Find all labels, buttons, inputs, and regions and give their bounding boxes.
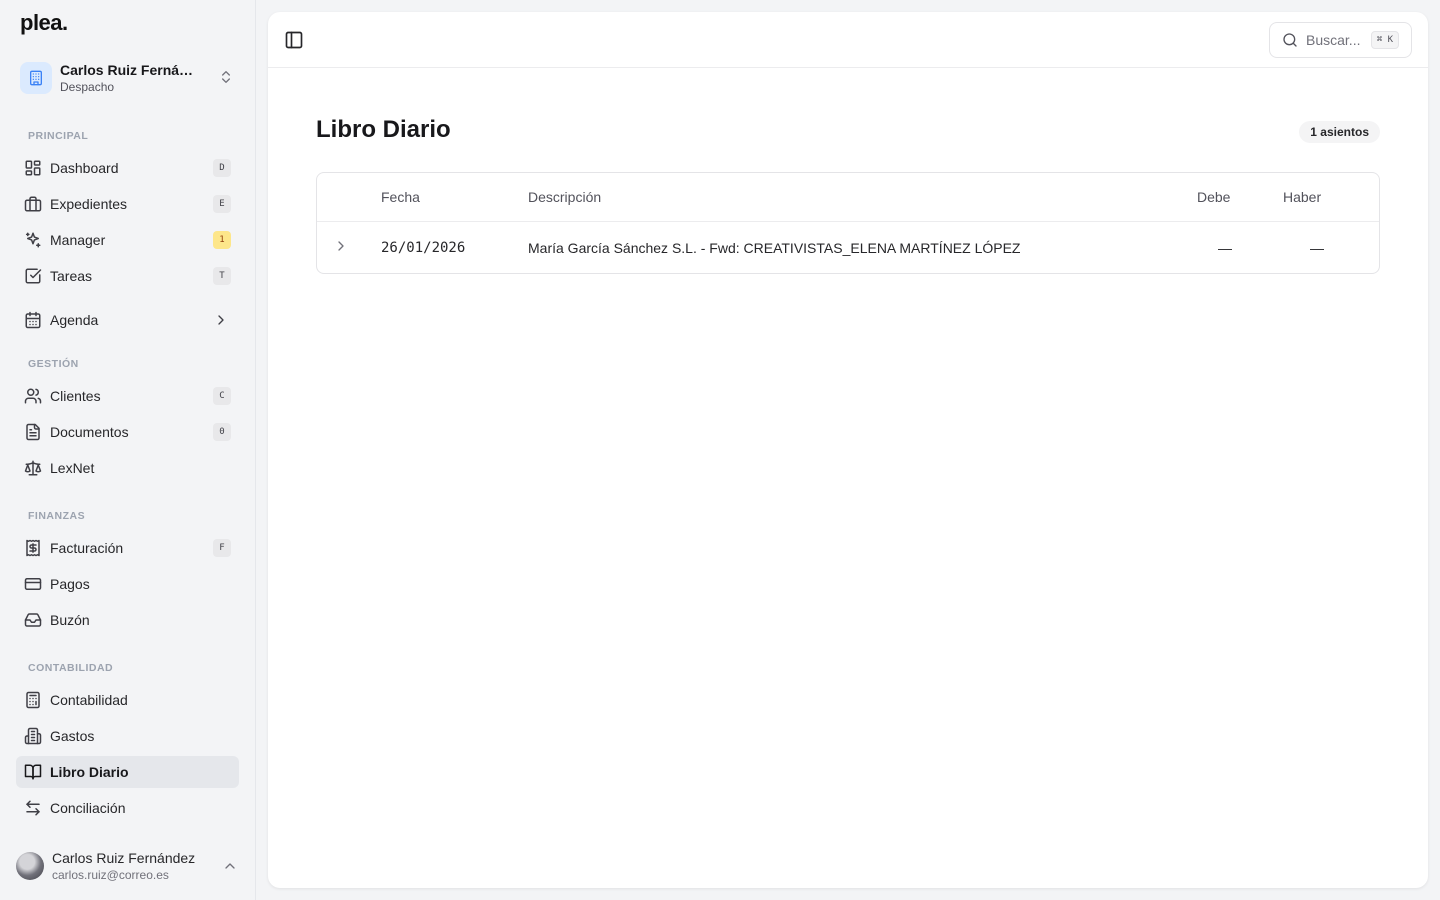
section-label-principal: PRINCIPAL — [28, 130, 89, 142]
sidebar-item-label: Conciliación — [50, 800, 126, 816]
sidebar-item-dashboard[interactable]: Dashboard D — [16, 152, 239, 184]
sidebar-item-label: Documentos — [50, 424, 129, 440]
sidebar-item-label: Contabilidad — [50, 692, 128, 708]
main-panel: Buscar... ⌘ K Libro Diario 1 asientos Fe… — [268, 12, 1428, 888]
shortcut-badge: D — [213, 159, 231, 177]
sidebar-item-label: Agenda — [50, 312, 99, 328]
user-email: carlos.ruiz@correo.es — [52, 868, 169, 882]
sidebar-item-contabilidad[interactable]: Contabilidad — [16, 684, 239, 716]
sidebar-item-tareas[interactable]: Tareas T — [16, 260, 239, 292]
sidebar-item-label: Manager — [50, 232, 106, 248]
sidebar-item-conciliacion[interactable]: Conciliación — [16, 792, 239, 824]
section-label-finanzas: FINANZAS — [28, 510, 86, 522]
calculator-icon — [24, 691, 42, 709]
file-text-icon — [24, 423, 42, 441]
chevron-up-icon — [222, 858, 238, 879]
layout-grid-icon — [24, 159, 42, 177]
avatar — [16, 852, 44, 880]
users-icon — [24, 387, 42, 405]
sidebar-item-label: Gastos — [50, 728, 95, 744]
shortcut-badge: E — [213, 195, 231, 213]
column-header-haber[interactable]: Haber — [1283, 173, 1321, 221]
column-header-debe[interactable]: Debe — [1197, 173, 1230, 221]
scale-icon — [24, 459, 42, 477]
workspace-switcher[interactable]: Carlos Ruiz Fernández Despacho — [16, 56, 240, 100]
chevrons-up-down-icon — [218, 69, 234, 90]
sidebar-item-label: Dashboard — [50, 160, 119, 176]
sidebar-item-agenda[interactable]: Agenda — [16, 304, 239, 336]
sidebar-item-documentos[interactable]: Documentos 0 — [16, 416, 239, 448]
sidebar-item-label: Buzón — [50, 612, 90, 628]
sidebar-item-lexnet[interactable]: LexNet — [16, 452, 239, 484]
app-logo[interactable]: plea. — [20, 10, 68, 36]
entries-count-badge: 1 asientos — [1299, 121, 1380, 143]
briefcase-icon — [24, 195, 42, 213]
arrow-left-right-icon — [24, 799, 42, 817]
sidebar: plea. Carlos Ruiz Fernández Despacho PRI… — [0, 0, 256, 900]
sidebar-item-libro-diario[interactable]: Libro Diario — [16, 756, 239, 788]
receipt-icon — [24, 539, 42, 557]
chevron-right-icon — [213, 312, 229, 333]
column-header-fecha[interactable]: Fecha — [381, 173, 420, 221]
notification-badge: 1 — [213, 231, 231, 249]
sidebar-toggle-icon[interactable] — [284, 30, 304, 50]
search-shortcut: ⌘ K — [1370, 31, 1399, 49]
sidebar-item-label: LexNet — [50, 460, 95, 476]
top-bar: Buscar... ⌘ K — [268, 12, 1428, 68]
workspace-subtitle: Despacho — [60, 80, 115, 94]
cell-descripcion: María García Sánchez S.L. - Fwd: CREATIV… — [528, 239, 1021, 256]
sidebar-item-pagos[interactable]: Pagos — [16, 568, 239, 600]
sidebar-item-label: Tareas — [50, 268, 93, 284]
sidebar-item-manager[interactable]: Manager 1 — [16, 224, 239, 256]
chevron-right-icon[interactable] — [333, 238, 351, 256]
search-icon — [1282, 32, 1298, 48]
shortcut-badge: C — [213, 387, 231, 405]
shortcut-badge: 0 — [213, 423, 231, 441]
section-label-gestion: GESTIÓN — [28, 358, 79, 370]
shortcut-badge: T — [213, 267, 231, 285]
sidebar-item-facturacion[interactable]: Facturación F — [16, 532, 239, 564]
sidebar-item-label: Expedientes — [50, 196, 128, 212]
workspace-name: Carlos Ruiz Fernández — [60, 62, 200, 78]
user-menu[interactable]: Carlos Ruiz Fernández carlos.ruiz@correo… — [16, 846, 240, 886]
inbox-icon — [24, 611, 42, 629]
cell-debe: — — [1218, 239, 1232, 256]
sidebar-item-label: Pagos — [50, 576, 90, 592]
column-header-descripcion[interactable]: Descripción — [528, 173, 601, 221]
user-name: Carlos Ruiz Fernández — [52, 850, 196, 866]
search-placeholder: Buscar... — [1306, 32, 1361, 48]
sidebar-item-buzon[interactable]: Buzón — [16, 604, 239, 636]
building-icon — [24, 727, 42, 745]
sparkles-icon — [24, 231, 42, 249]
sidebar-item-label: Libro Diario — [50, 764, 129, 780]
credit-card-icon — [24, 575, 42, 593]
journal-table: Fecha Descripción Debe Haber 26/01/2026 … — [316, 172, 1380, 274]
check-square-icon — [24, 267, 42, 285]
page-title: Libro Diario — [316, 116, 451, 143]
section-label-contabilidad: CONTABILIDAD — [28, 662, 114, 674]
building-icon — [20, 62, 52, 94]
search-input[interactable]: Buscar... ⌘ K — [1269, 22, 1412, 58]
sidebar-item-label: Facturación — [50, 540, 124, 556]
sidebar-item-clientes[interactable]: Clientes C — [16, 380, 239, 412]
calendar-icon — [24, 311, 42, 329]
sidebar-item-expedientes[interactable]: Expedientes E — [16, 188, 239, 220]
cell-fecha: 26/01/2026 — [381, 239, 466, 256]
shortcut-badge: F — [213, 539, 231, 557]
cell-haber: — — [1310, 239, 1324, 256]
sidebar-item-gastos[interactable]: Gastos — [16, 720, 239, 752]
book-open-icon — [24, 763, 42, 781]
sidebar-item-label: Clientes — [50, 388, 101, 404]
